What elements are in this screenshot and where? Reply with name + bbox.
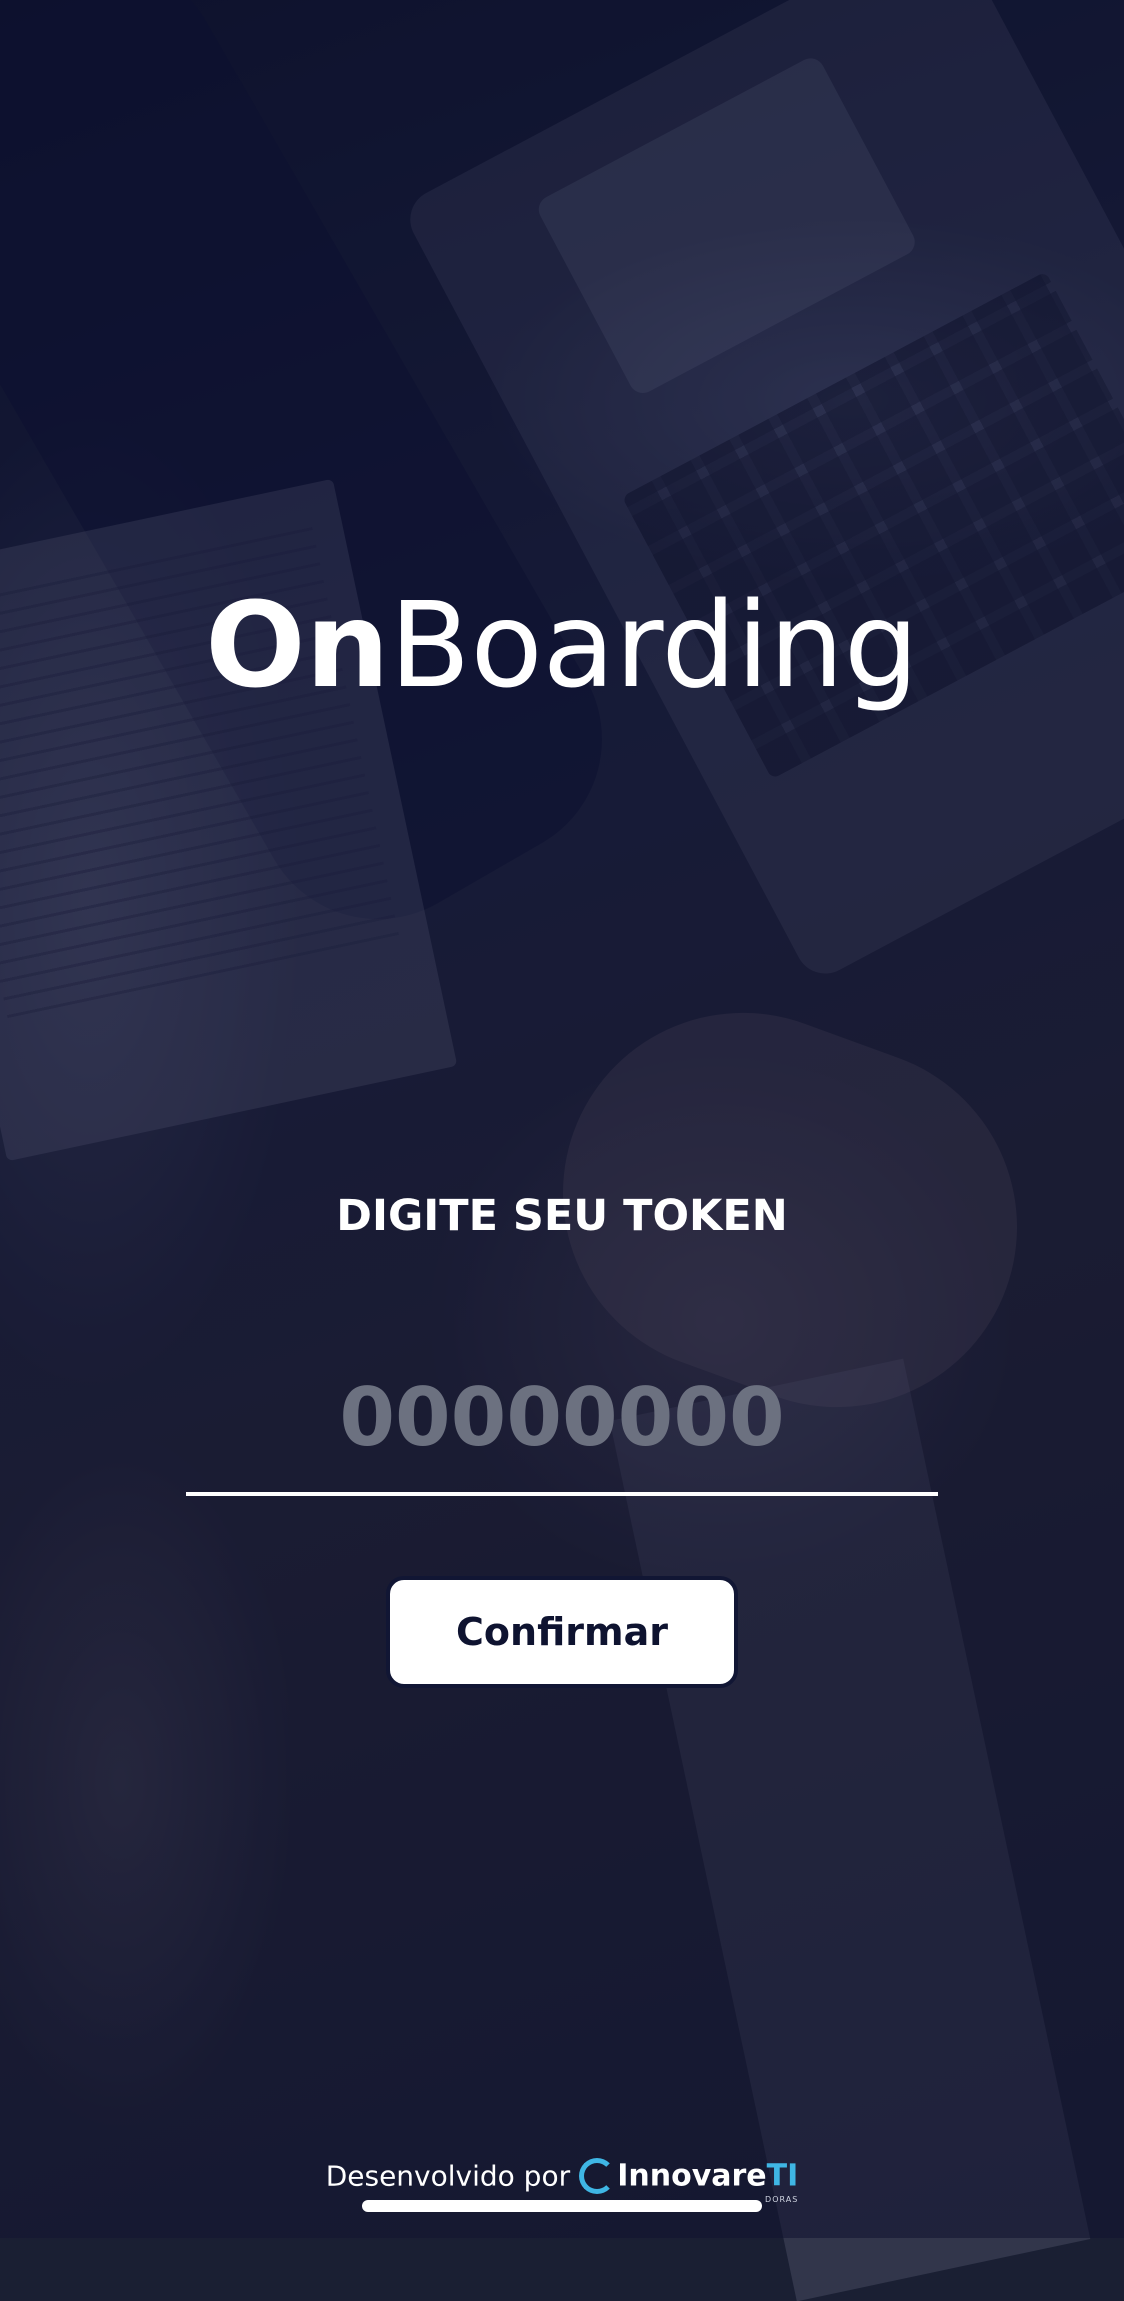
footer-text: Desenvolvido por [325, 2159, 571, 2193]
brand-tag: DORAS [765, 2195, 799, 2204]
logo-bold-part: On [205, 576, 390, 714]
logo-light-part: Boarding [389, 576, 919, 714]
home-indicator [362, 2200, 762, 2212]
background-overlay [0, 0, 1124, 2238]
app-logo: OnBoarding [0, 575, 1124, 715]
token-title: DIGITE SEU TOKEN [336, 1191, 788, 1241]
brand-name: Innovare [617, 2158, 767, 2194]
footer-credits: Desenvolvido por InnovareTI DORAS [0, 2158, 1124, 2204]
innovare-ring-icon [579, 2158, 616, 2194]
token-input[interactable] [186, 1356, 938, 1496]
innovare-logo[interactable]: InnovareTI DORAS [579, 2158, 799, 2204]
confirm-button[interactable]: Confirmar [386, 1576, 738, 1688]
brand-suffix: TI [766, 2158, 799, 2194]
